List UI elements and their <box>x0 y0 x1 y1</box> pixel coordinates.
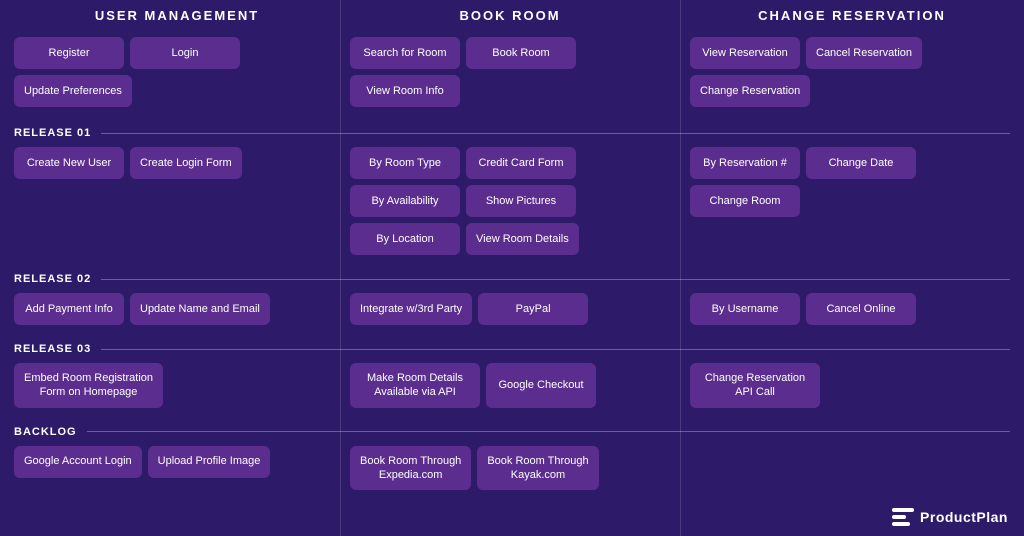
show-pictures-button[interactable]: Show Pictures <box>466 185 576 217</box>
change-reservation-button[interactable]: Change Reservation <box>690 75 810 107</box>
change-reservation-api-button[interactable]: Change Reservation API Call <box>690 363 820 408</box>
change-room-button[interactable]: Change Room <box>690 185 800 217</box>
view-room-info-button[interactable]: View Room Info <box>350 75 460 107</box>
cancel-online-button[interactable]: Cancel Online <box>806 293 916 325</box>
create-new-user-button[interactable]: Create New User <box>14 147 124 179</box>
col1-header: USER MANAGEMENT <box>0 0 340 33</box>
change-date-button[interactable]: Change Date <box>806 147 916 179</box>
logo-area: ProductPlan <box>892 508 1008 526</box>
credit-card-form-button[interactable]: Credit Card Form <box>466 147 576 179</box>
embed-room-registration-button[interactable]: Embed Room Registration Form on Homepage <box>14 363 163 408</box>
google-checkout-button[interactable]: Google Checkout <box>486 363 596 408</box>
update-preferences-button[interactable]: Update Preferences <box>14 75 132 107</box>
upload-profile-image-button[interactable]: Upload Profile Image <box>148 446 271 478</box>
by-reservation-number-button[interactable]: By Reservation # <box>690 147 800 179</box>
by-location-button[interactable]: By Location <box>350 223 460 255</box>
register-button[interactable]: Register <box>14 37 124 69</box>
col3-header: CHANGE RESERVATION <box>680 0 1024 33</box>
make-room-details-api-button[interactable]: Make Room Details Available via API <box>350 363 480 408</box>
add-payment-info-button[interactable]: Add Payment Info <box>14 293 124 325</box>
book-room-kayak-button[interactable]: Book Room Through Kayak.com <box>477 446 598 491</box>
by-username-button[interactable]: By Username <box>690 293 800 325</box>
integrate-3rd-party-button[interactable]: Integrate w/3rd Party <box>350 293 472 325</box>
book-room-expedia-button[interactable]: Book Room Through Expedia.com <box>350 446 471 491</box>
release01-label: RELEASE 01 <box>14 127 91 139</box>
paypal-button[interactable]: PayPal <box>478 293 588 325</box>
book-room-button[interactable]: Book Room <box>466 37 576 69</box>
create-login-form-button[interactable]: Create Login Form <box>130 147 242 179</box>
logo-text: ProductPlan <box>920 509 1008 525</box>
view-reservation-button[interactable]: View Reservation <box>690 37 800 69</box>
productplan-icon <box>892 508 914 526</box>
cancel-reservation-button[interactable]: Cancel Reservation <box>806 37 922 69</box>
login-button[interactable]: Login <box>130 37 240 69</box>
by-availability-button[interactable]: By Availability <box>350 185 460 217</box>
view-room-details-button[interactable]: View Room Details <box>466 223 579 255</box>
by-room-type-button[interactable]: By Room Type <box>350 147 460 179</box>
search-for-room-button[interactable]: Search for Room <box>350 37 460 69</box>
release02-label: RELEASE 02 <box>14 273 91 285</box>
backlog-label: BACKLOG <box>14 426 77 438</box>
update-name-email-button[interactable]: Update Name and Email <box>130 293 270 325</box>
google-account-login-button[interactable]: Google Account Login <box>14 446 142 478</box>
release03-label: RELEASE 03 <box>14 343 91 355</box>
col2-header: BOOK ROOM <box>340 0 680 33</box>
